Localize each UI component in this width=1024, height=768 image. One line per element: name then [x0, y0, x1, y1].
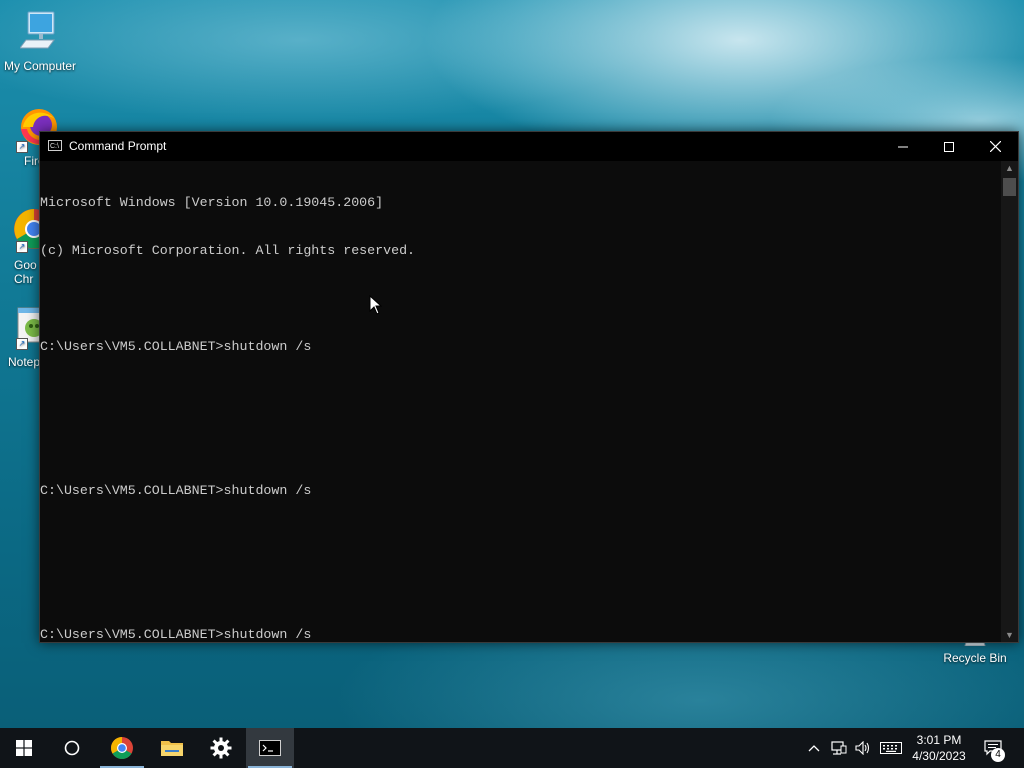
speaker-icon [855, 741, 870, 755]
scrollbar-thumb[interactable] [1003, 178, 1016, 196]
start-button[interactable] [0, 728, 48, 768]
chevron-up-icon [808, 745, 820, 752]
scroll-down-arrow-icon[interactable]: ▼ [1001, 628, 1018, 642]
desktop-icon-chrome[interactable]: ↗ Goo Chr [0, 205, 40, 286]
mouse-pointer-icon [369, 295, 383, 315]
taskbar-command-prompt[interactable] [246, 728, 294, 768]
taskbar-chrome[interactable] [98, 728, 146, 768]
desktop-icon-notepad[interactable]: ↗ Notep [0, 306, 40, 369]
console-line: (c) Microsoft Corporation. All rights re… [40, 243, 416, 258]
computer-icon [19, 11, 55, 49]
network-button[interactable] [828, 728, 850, 768]
shortcut-arrow-icon: ↗ [16, 338, 28, 350]
desktop-icon-label: Goo Chr [14, 258, 37, 286]
show-hidden-icons-button[interactable] [804, 728, 824, 768]
clock-date: 4/30/2023 [912, 749, 966, 763]
desktop-icon-label: My Computer [3, 59, 77, 73]
network-icon [831, 741, 847, 755]
cmd-icon [259, 740, 281, 756]
folder-icon [161, 741, 183, 756]
touch-keyboard-button[interactable] [878, 728, 904, 768]
minimize-button[interactable] [880, 132, 926, 161]
scroll-up-arrow-icon[interactable]: ▲ [1001, 161, 1018, 175]
gear-icon [210, 737, 232, 759]
desktop-icon-label: Recycle Bin [943, 651, 1007, 665]
close-button[interactable] [972, 132, 1018, 161]
window-titlebar[interactable]: C:\ Command Prompt [40, 132, 1018, 161]
console-line: C:\Users\VM5.COLLABNET>shutdown /s [40, 483, 312, 498]
console-line: Microsoft Windows [Version 10.0.19045.20… [40, 195, 384, 210]
search-button[interactable] [48, 728, 96, 768]
volume-button[interactable] [852, 728, 874, 768]
taskbar-clock[interactable]: 3:01 PM 4/30/2023 [904, 732, 974, 764]
taskbar-file-explorer[interactable] [148, 728, 196, 768]
notification-count-badge: 4 [991, 748, 1005, 762]
maximize-icon [944, 141, 954, 152]
window-title: Command Prompt [69, 139, 167, 153]
clock-time: 3:01 PM [916, 733, 962, 747]
chrome-icon [111, 737, 133, 759]
shortcut-arrow-icon: ↗ [16, 241, 28, 253]
desktop-icon-my-computer[interactable]: My Computer [0, 10, 80, 73]
minimize-icon [898, 146, 908, 147]
cortana-circle-icon [64, 740, 80, 756]
action-center-button[interactable] [978, 728, 1008, 768]
cmd-icon: C:\ [48, 140, 62, 151]
command-prompt-window[interactable]: C:\ Command Prompt Microsoft Windows [Ve… [39, 131, 1019, 643]
close-icon [989, 141, 1001, 152]
maximize-button[interactable] [926, 132, 972, 161]
taskbar: 3:01 PM 4/30/2023 4 [0, 728, 1024, 768]
keyboard-icon [880, 742, 902, 754]
windows-icon [16, 740, 32, 756]
vertical-scrollbar[interactable]: ▲ ▼ [1001, 161, 1018, 642]
console-line: C:\Users\VM5.COLLABNET>shutdown /s [40, 627, 312, 642]
shortcut-arrow-icon: ↗ [16, 141, 28, 153]
taskbar-settings[interactable] [197, 728, 245, 768]
console-output[interactable]: Microsoft Windows [Version 10.0.19045.20… [40, 161, 1000, 643]
console-line: C:\Users\VM5.COLLABNET>shutdown /s [40, 339, 312, 354]
desktop-icon-label: Notep [8, 355, 40, 369]
